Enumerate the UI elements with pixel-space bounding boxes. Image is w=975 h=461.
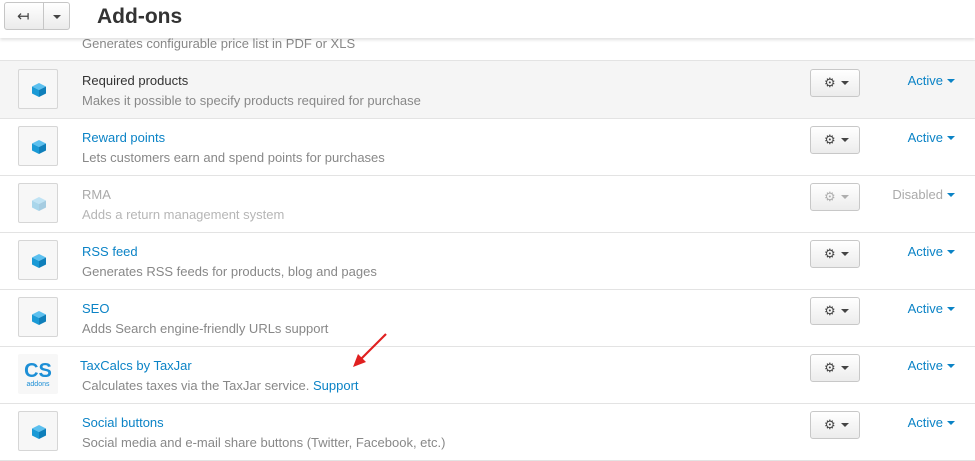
addon-thumbnail	[18, 297, 58, 337]
addon-description: Lets customers earn and spend points for…	[82, 150, 385, 165]
page-title: Add-ons	[97, 5, 183, 28]
cube-icon	[32, 197, 46, 211]
chevron-down-icon	[841, 366, 849, 370]
cube-icon	[32, 425, 46, 439]
addon-title[interactable]: Required products	[82, 73, 188, 88]
back-button-group: ↤	[4, 2, 70, 30]
addon-row-reward-points[interactable]: Reward points Lets customers earn and sp…	[0, 118, 975, 176]
gear-icon: ⚙	[824, 246, 836, 261]
gear-icon: ⚙	[824, 417, 836, 432]
addon-title[interactable]: Reward points	[82, 130, 165, 145]
chevron-down-icon	[841, 138, 849, 142]
chevron-down-icon	[841, 252, 849, 256]
addon-row-required-products[interactable]: Required products Makes it possible to s…	[0, 61, 975, 119]
status-label: Active	[907, 301, 943, 316]
caret-down-icon	[947, 307, 955, 311]
status-dropdown[interactable]: Active	[908, 130, 955, 145]
caret-down-icon	[947, 364, 955, 368]
status-dropdown[interactable]: Active	[908, 358, 955, 373]
back-dropdown-button[interactable]	[43, 2, 70, 30]
addon-description: Social media and e-mail share buttons (T…	[82, 435, 446, 450]
addon-thumbnail: CS addons	[18, 354, 58, 394]
gear-icon: ⚙	[824, 303, 836, 318]
cs-addons-logo: CS addons	[24, 360, 52, 388]
cube-icon	[32, 311, 46, 325]
addon-row-rma[interactable]: RMA Adds a return management system ⚙ Di…	[0, 175, 975, 233]
chevron-down-icon	[841, 81, 849, 85]
settings-button[interactable]: ⚙	[810, 297, 860, 325]
addon-thumbnail	[18, 183, 58, 223]
chevron-down-icon	[841, 309, 849, 313]
addon-thumbnail	[18, 411, 58, 451]
status-dropdown[interactable]: Active	[908, 244, 955, 259]
status-label: Active	[907, 244, 943, 259]
status-dropdown[interactable]: Active	[908, 73, 955, 88]
back-arrow-icon: ↤	[17, 8, 30, 25]
caret-down-icon	[947, 421, 955, 425]
chevron-down-icon	[53, 15, 61, 19]
gear-icon: ⚙	[824, 132, 836, 147]
addon-description: Adds a return management system	[82, 207, 285, 222]
settings-button[interactable]: ⚙	[810, 354, 860, 382]
addon-row-social-buttons[interactable]: Social buttons Social media and e-mail s…	[0, 403, 975, 461]
status-dropdown[interactable]: Disabled	[892, 187, 955, 202]
addon-thumbnail	[18, 126, 58, 166]
addon-title[interactable]: RSS feed	[82, 244, 138, 259]
addon-description: Adds Search engine-friendly URLs support	[82, 321, 329, 336]
cube-icon	[32, 83, 46, 97]
caret-down-icon	[947, 79, 955, 83]
settings-button[interactable]: ⚙	[810, 126, 860, 154]
addon-description: Generates RSS feeds for products, blog a…	[82, 264, 377, 279]
caret-down-icon	[947, 136, 955, 140]
support-link[interactable]: Support	[313, 378, 359, 393]
addon-title[interactable]: RMA	[82, 187, 111, 202]
gear-icon: ⚙	[824, 360, 836, 375]
status-dropdown[interactable]: Active	[908, 415, 955, 430]
addon-row-taxcalcs[interactable]: CS addons TaxCalcs by TaxJar Calculates …	[0, 346, 975, 404]
annotation-arrow-icon	[353, 333, 387, 367]
status-label: Disabled	[892, 187, 943, 202]
gear-icon: ⚙	[824, 189, 836, 204]
addon-title[interactable]: SEO	[82, 301, 109, 316]
addon-title[interactable]: TaxCalcs by TaxJar	[80, 358, 192, 373]
status-dropdown[interactable]: Active	[908, 301, 955, 316]
cube-icon	[32, 140, 46, 154]
addon-thumbnail	[18, 240, 58, 280]
chevron-down-icon	[841, 195, 849, 199]
status-label: Active	[907, 73, 943, 88]
chevron-down-icon	[841, 423, 849, 427]
status-label: Active	[907, 130, 943, 145]
addon-description: Calculates taxes via the TaxJar service.…	[82, 378, 359, 393]
addon-description: Makes it possible to specify products re…	[82, 93, 421, 108]
addon-thumbnail	[18, 69, 58, 109]
gear-icon: ⚙	[824, 75, 836, 90]
settings-button[interactable]: ⚙	[810, 183, 860, 211]
settings-button[interactable]: ⚙	[810, 240, 860, 268]
addons-list: Generates configurable price list in PDF…	[0, 0, 975, 461]
status-label: Active	[907, 415, 943, 430]
page-header: ↤ Add-ons	[0, 0, 975, 38]
cube-icon	[32, 254, 46, 268]
caret-down-icon	[947, 250, 955, 254]
addon-description: Generates configurable price list in PDF…	[82, 36, 356, 51]
addon-row-rss-feed[interactable]: RSS feed Generates RSS feeds for product…	[0, 232, 975, 290]
settings-button[interactable]: ⚙	[810, 411, 860, 439]
back-button[interactable]: ↤	[4, 2, 44, 30]
status-label: Active	[907, 358, 943, 373]
settings-button[interactable]: ⚙	[810, 69, 860, 97]
caret-down-icon	[947, 193, 955, 197]
addon-row-seo[interactable]: SEO Adds Search engine-friendly URLs sup…	[0, 289, 975, 347]
addon-title[interactable]: Social buttons	[82, 415, 164, 430]
